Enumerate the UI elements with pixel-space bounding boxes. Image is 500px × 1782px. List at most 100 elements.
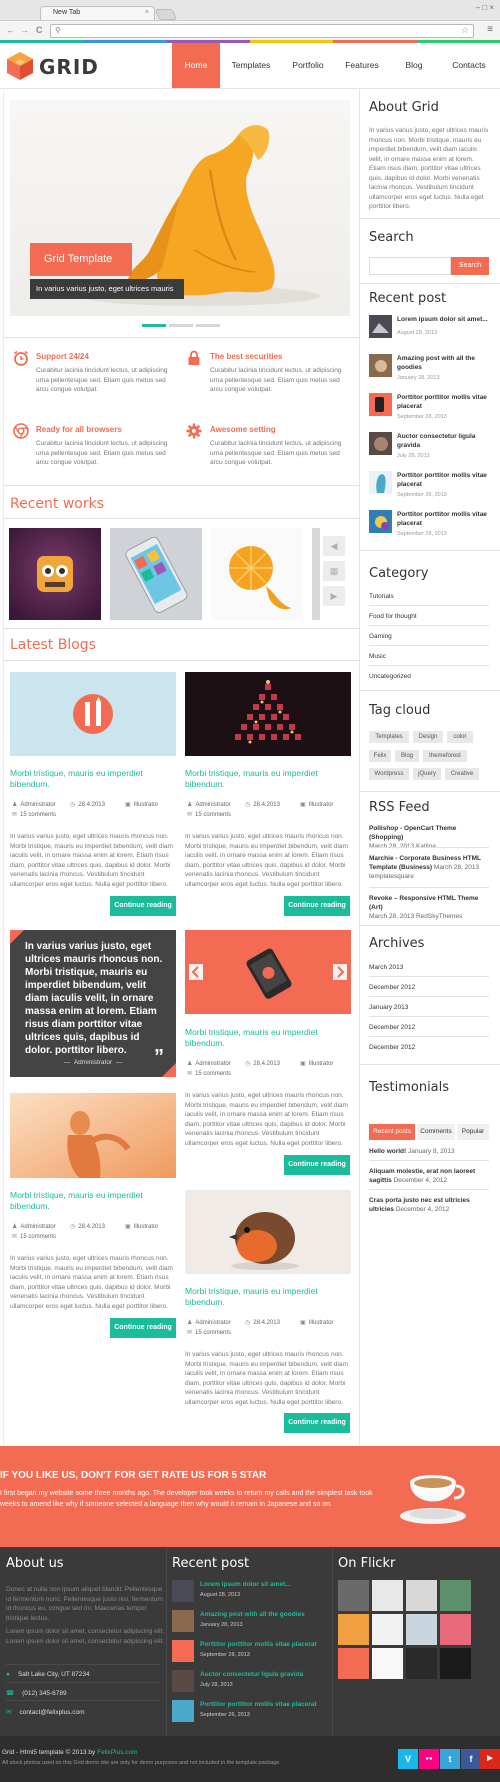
slider-dot-2[interactable]	[169, 324, 193, 327]
flickr-photo[interactable]	[440, 1614, 471, 1645]
footer-post-link[interactable]: Amazing post with all the goodies	[200, 1611, 305, 1618]
tab-popular[interactable]: Popular	[457, 1124, 489, 1140]
flickr-icon[interactable]: ●●	[419, 1749, 439, 1769]
recent-post-thumbnail[interactable]	[369, 510, 392, 533]
post-category[interactable]: ▣ Illustrator	[125, 1223, 158, 1230]
tag-link[interactable]: Design	[413, 731, 443, 743]
tag-link[interactable]: Templates	[369, 731, 409, 743]
blog-card-slider[interactable]	[185, 930, 351, 1014]
forward-icon[interactable]: →	[20, 25, 29, 35]
flickr-photo[interactable]	[372, 1614, 403, 1645]
testimonial-item[interactable]: Hello world! January 8, 2013	[369, 1147, 491, 1156]
recent-post-link[interactable]: Porttitor porttitor mollis vitae placera…	[397, 511, 490, 528]
category-link[interactable]: Tutorials	[369, 593, 394, 600]
category-link[interactable]: Uncategorized	[369, 673, 411, 680]
continue-reading-button[interactable]: Continue reading	[284, 896, 350, 916]
post-comments[interactable]: ✉ 15 comments	[12, 811, 56, 818]
blog-post-title[interactable]: Morbi tristique, mauris eu imperdiet bib…	[185, 768, 350, 790]
blog-card-image[interactable]	[10, 672, 176, 756]
nav-contacts[interactable]: Contacts	[438, 43, 500, 88]
footer-post-link[interactable]: Porttitor porttitor mollis vitae placera…	[200, 1701, 317, 1708]
nav-home[interactable]: Home	[172, 43, 220, 88]
bookmark-star-icon[interactable]: ☆	[461, 25, 469, 36]
tab-close-icon[interactable]: ×	[145, 9, 149, 16]
recent-post-link[interactable]: Porttitor porttitor mollis vitae placera…	[397, 472, 490, 489]
archive-link[interactable]: March 2013	[369, 964, 403, 971]
search-button[interactable]: Search	[451, 257, 489, 275]
continue-reading-button[interactable]: Continue reading	[284, 1413, 350, 1433]
testimonial-item[interactable]: Aliquam molestie, erat non laoreet sagit…	[369, 1167, 491, 1185]
recent-post-thumbnail[interactable]	[369, 432, 392, 455]
flickr-photo[interactable]	[406, 1580, 437, 1611]
nav-features[interactable]: Features	[334, 43, 390, 88]
continue-reading-button[interactable]: Continue reading	[110, 1318, 176, 1338]
tag-link[interactable]: color	[447, 731, 473, 743]
rss-item[interactable]: Revoke – Responsive HTML Theme (Art) Marc…	[369, 894, 492, 921]
recent-post-thumbnail[interactable]	[369, 315, 392, 338]
new-tab-button[interactable]	[154, 9, 178, 20]
blog-card-image[interactable]	[10, 1093, 176, 1178]
recent-post-link[interactable]: Auctor consectetur ligula gravida	[397, 433, 490, 450]
flickr-photo[interactable]	[440, 1648, 471, 1679]
flickr-photo[interactable]	[372, 1580, 403, 1611]
logo-text[interactable]: GRID	[39, 55, 99, 79]
blog-post-title[interactable]: Morbi tristique, mauris eu imperdiet bib…	[10, 768, 175, 790]
work-item-partial[interactable]	[312, 528, 320, 620]
footer-post-thumbnail[interactable]	[172, 1610, 194, 1632]
back-icon[interactable]: ←	[6, 25, 15, 35]
reload-icon[interactable]: C	[36, 25, 43, 35]
blog-post-title[interactable]: Morbi tristique, mauris eu imperdiet bib…	[185, 1286, 350, 1308]
recent-post-link[interactable]: Lorem ipsum dolor sit amet...	[397, 316, 490, 325]
archive-link[interactable]: January 2013	[369, 1004, 408, 1011]
recent-post-link[interactable]: Porttitor porttitor mollis vitae placera…	[397, 394, 490, 411]
nav-portfolio[interactable]: Portfolio	[282, 43, 334, 88]
nav-blog[interactable]: Blog	[390, 43, 438, 88]
tag-link[interactable]: Wordpress	[369, 768, 409, 780]
blog-post-title[interactable]: Morbi tristique, mauris eu imperdiet bib…	[10, 1190, 175, 1212]
post-comments[interactable]: ✉ 15 comments	[187, 1070, 231, 1077]
recent-post-thumbnail[interactable]	[369, 471, 392, 494]
tag-link[interactable]: Felix	[369, 750, 391, 762]
flickr-photo[interactable]	[372, 1648, 403, 1679]
post-category[interactable]: ▣ Illustrator	[300, 801, 333, 808]
footer-email[interactable]: ✉ contact@felixplus.com	[6, 1708, 85, 1716]
footer-post-thumbnail[interactable]	[172, 1670, 194, 1692]
post-comments[interactable]: ✉ 15 comments	[187, 1329, 231, 1336]
work-item[interactable]	[211, 528, 303, 620]
blog-card-image[interactable]	[185, 1190, 351, 1274]
slider-dot-3[interactable]	[196, 324, 220, 327]
browser-menu-icon[interactable]: ≡	[487, 24, 493, 35]
category-link[interactable]: Food for thought	[369, 613, 417, 620]
footer-post-thumbnail[interactable]	[172, 1580, 194, 1602]
flickr-photo[interactable]	[338, 1648, 369, 1679]
works-grid-button[interactable]: ▦	[323, 561, 345, 581]
archive-link[interactable]: December 2012	[369, 1044, 415, 1051]
tab-comments[interactable]: Comments	[417, 1124, 455, 1140]
tag-link[interactable]: themeforest	[423, 750, 467, 762]
tab-recent-posts[interactable]: Recent posts	[369, 1124, 415, 1140]
window-controls[interactable]: – □ ×	[476, 3, 494, 12]
category-link[interactable]: Gaming	[369, 633, 392, 640]
flickr-photo[interactable]	[406, 1648, 437, 1679]
address-bar[interactable]: ⚲ ☆	[50, 24, 474, 38]
post-comments[interactable]: ✉ 15 comments	[187, 811, 231, 818]
flickr-photo[interactable]	[406, 1614, 437, 1645]
felixplus-link[interactable]: FelixPlus.com	[97, 1749, 137, 1756]
category-link[interactable]: Music	[369, 653, 386, 660]
post-category[interactable]: ▣ Illustrator	[300, 1319, 333, 1326]
testimonial-item[interactable]: Cras porta justo nec est ultricies ultri…	[369, 1196, 491, 1214]
slider-dot-1[interactable]	[142, 324, 166, 327]
recent-post-link[interactable]: Amazing post with all the goodies	[397, 355, 490, 372]
nav-templates[interactable]: Templates	[220, 43, 282, 88]
twitter-icon[interactable]: t	[440, 1749, 460, 1769]
recent-post-thumbnail[interactable]	[369, 393, 392, 416]
footer-post-link[interactable]: Auctor consectetur ligula gravida	[200, 1671, 303, 1678]
logo-cube-icon[interactable]	[4, 50, 36, 82]
flickr-photo[interactable]	[440, 1580, 471, 1611]
footer-post-thumbnail[interactable]	[172, 1700, 194, 1722]
continue-reading-button[interactable]: Continue reading	[284, 1155, 350, 1175]
footer-post-link[interactable]: Porttitor porttitor mollis vitae placera…	[200, 1641, 317, 1648]
rss-item[interactable]: Marchie - Corporate Business HTML Templa…	[369, 854, 492, 881]
post-category[interactable]: ▣ Illustrator	[125, 801, 158, 808]
works-prev-button[interactable]: ◀	[323, 536, 345, 556]
